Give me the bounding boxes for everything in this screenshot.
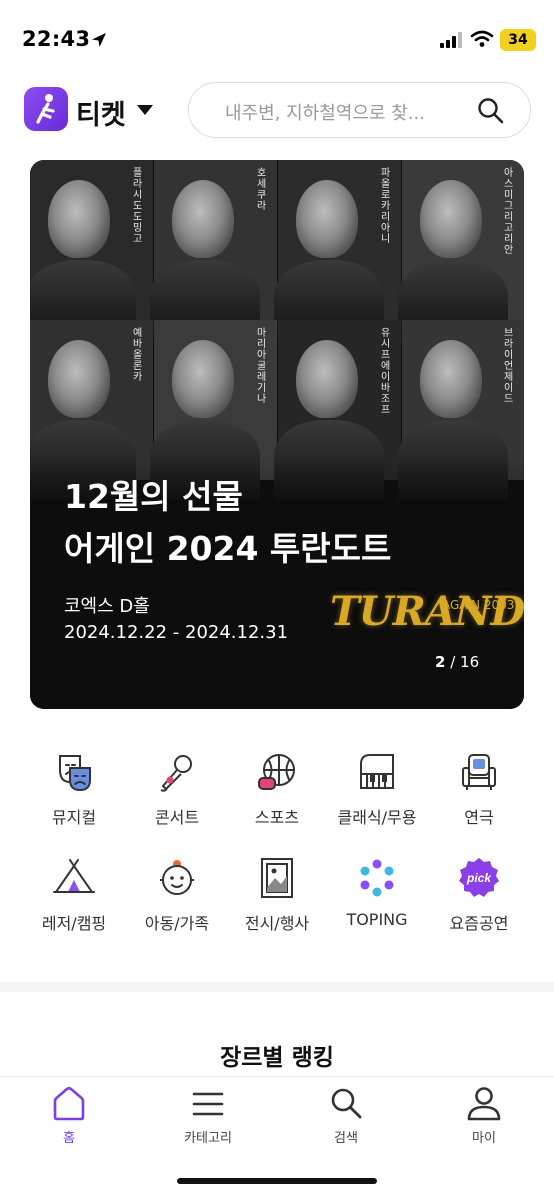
category-theater[interactable]: 연극 [429, 750, 529, 828]
search-icon[interactable] [477, 97, 505, 125]
category-label: TOPING [346, 910, 408, 929]
tab-my[interactable]: 마이 [429, 1085, 539, 1146]
basketball-icon [258, 754, 295, 790]
microphone-icon [160, 755, 192, 792]
category-trending-shows[interactable]: pick 요즘공연 [429, 856, 529, 934]
category-concert[interactable]: 콘서트 [127, 750, 227, 828]
performer-portrait: 예바 올론카 [30, 320, 153, 500]
performer-portrait: 브라이언 제이드 [398, 320, 524, 500]
tab-search[interactable]: 검색 [291, 1085, 401, 1146]
section-title-genre-ranking: 장르별 랭킹 [220, 1045, 334, 1071]
category-classic-dance[interactable]: 클래식/무용 [327, 750, 427, 828]
slide-current: 2 [435, 653, 446, 671]
performer-name: 호세 쿠라 [257, 168, 267, 212]
tab-category[interactable]: 카테고리 [153, 1085, 263, 1146]
category-label: 연극 [464, 808, 494, 827]
category-musical[interactable]: 뮤지컬 [24, 750, 124, 828]
tent-icon [53, 859, 95, 893]
tab-label: 홈 [63, 1131, 75, 1146]
home-indicator [177, 1178, 377, 1184]
menu-icon [192, 1092, 224, 1116]
performer-face [420, 340, 482, 418]
pick-badge-text: pick [466, 871, 492, 885]
category-kids-family[interactable]: 아동/가족 [127, 856, 227, 934]
performer-portrait: 아스미 그리고리안 [398, 160, 524, 340]
promo-banner[interactable]: 플라시도 도밍고 호세 쿠라 파올로 카리아니 아스미 그리고리안예바 올론카 마리아 … [30, 160, 524, 709]
picture-frame-icon [261, 858, 293, 898]
musical-mask-icon [59, 755, 91, 792]
section-divider [0, 982, 554, 992]
banner-title-line2: 어게인 2024 투란도트 [64, 529, 392, 568]
performer-name: 파올로 카리아니 [381, 168, 391, 245]
performer-face [172, 340, 234, 418]
category-label: 전시/행사 [244, 914, 310, 933]
cellular-signal-icon [440, 32, 462, 48]
category-exhibition-event[interactable]: 전시/행사 [227, 856, 327, 934]
slide-counter: 2 / 16 [435, 653, 480, 671]
wifi-icon [470, 30, 494, 47]
performer-face [296, 180, 358, 258]
app-logo [24, 87, 68, 131]
category-label: 콘서트 [154, 808, 200, 827]
performer-name: 유시프 에이바조프 [381, 328, 391, 416]
banner-venue: 코엑스 D홀 [64, 596, 150, 617]
tab-label: 검색 [334, 1131, 358, 1146]
banner-title-line1: 12월의 선물 [64, 477, 243, 516]
search-placeholder: 내주변, 지하철역으로 찾... [225, 103, 425, 124]
home-icon [53, 1086, 85, 1121]
category-sports[interactable]: 스포츠 [227, 750, 327, 828]
performer-face [296, 340, 358, 418]
category-label: 뮤지컬 [51, 808, 97, 827]
performer-portrait: 마리아 굴레기나 [150, 320, 277, 500]
category-label: 클래식/무용 [337, 808, 417, 827]
slide-total: 16 [460, 653, 480, 671]
banner-dates: 2024.12.22 - 2024.12.31 [64, 622, 289, 643]
category-toping[interactable]: TOPING [327, 856, 427, 929]
toping-dots-icon [360, 859, 394, 897]
category-label: 아동/가족 [144, 914, 210, 933]
runner-logo-icon [36, 94, 55, 124]
piano-icon [360, 754, 394, 789]
performer-face [172, 180, 234, 258]
category-label: 스포츠 [254, 808, 300, 827]
status-time: 22:43 [22, 27, 91, 51]
category-leisure-camping[interactable]: 레저/캠핑 [24, 856, 124, 934]
performer-name: 브라이언 제이드 [504, 328, 514, 405]
pick-badge-icon: pick [459, 858, 499, 897]
performer-portrait: 파올로 카리아니 [274, 160, 401, 340]
performer-face [48, 340, 110, 418]
category-label: 레저/캠핑 [41, 914, 107, 933]
tab-label: 카테고리 [184, 1131, 232, 1146]
performer-portrait: 유시프 에이바조프 [274, 320, 401, 500]
search-icon [331, 1088, 362, 1119]
dropdown-caret-icon[interactable] [136, 104, 154, 116]
user-icon [467, 1087, 501, 1121]
tab-label: 마이 [472, 1131, 496, 1146]
theater-seat-icon [462, 754, 496, 790]
battery-indicator: 34 [500, 29, 536, 51]
performer-name: 마리아 굴레기나 [257, 328, 267, 405]
performer-name: 예바 올론카 [133, 328, 143, 383]
performer-name: 플라시도 도밍고 [133, 168, 143, 245]
performer-face [48, 180, 110, 258]
performer-portrait: 호세 쿠라 [150, 160, 277, 340]
turandot-logo-subtitle: AGAIN 2003 [442, 598, 515, 612]
tab-home[interactable]: 홈 [14, 1085, 124, 1146]
performer-name: 아스미 그리고리안 [504, 168, 514, 256]
category-label: 요즘공연 [449, 914, 509, 933]
location-arrow-icon [92, 33, 106, 47]
search-bar[interactable]: 내주변, 지하철역으로 찾... [188, 82, 531, 138]
child-face-icon [160, 860, 194, 895]
app-title[interactable]: 티켓 [76, 93, 126, 132]
performer-portrait: 플라시도 도밍고 [30, 160, 153, 340]
performer-face [420, 180, 482, 258]
